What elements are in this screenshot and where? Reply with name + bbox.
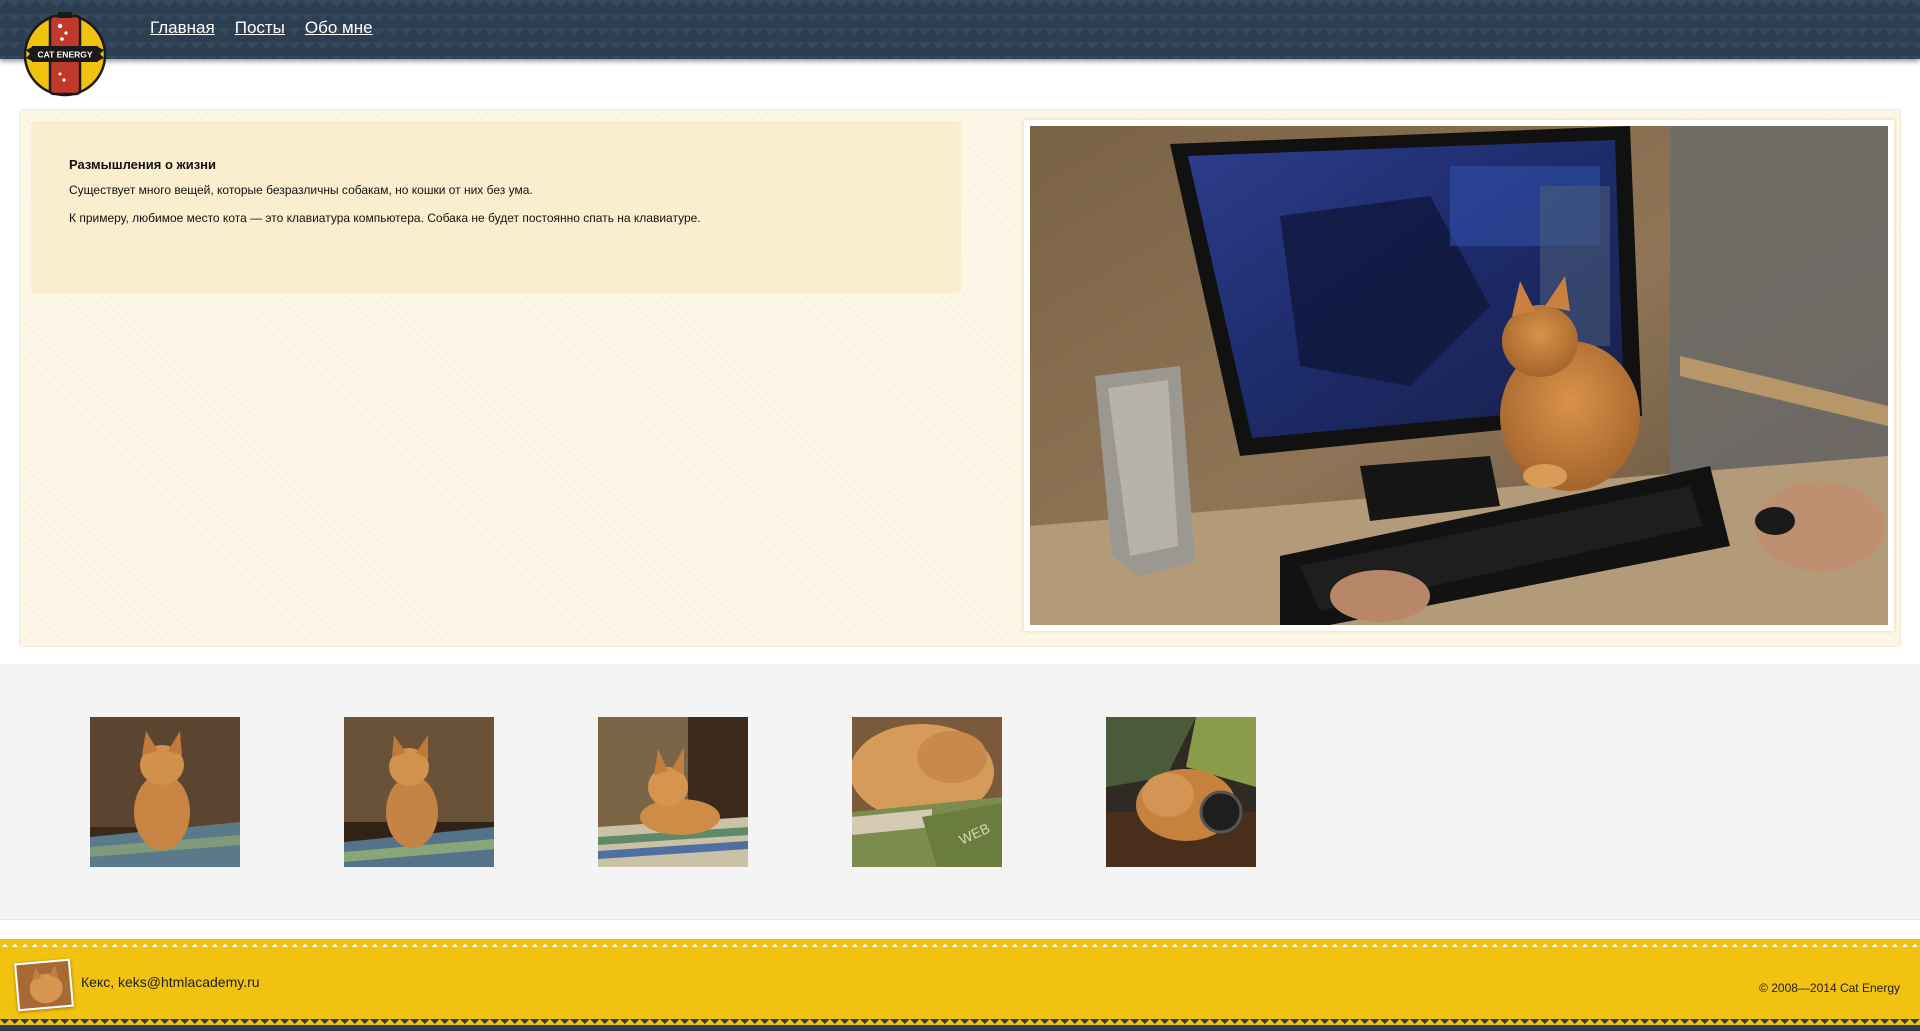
site-footer: Кекс, keks@htmlacademy.ru © 2008—2014 Ca… [0, 939, 1920, 1031]
main-nav: Главная Посты Обо мне [150, 18, 373, 38]
post-card: Размышления о жизни Существует много вещ… [31, 121, 961, 293]
gallery-thumb-1[interactable] [90, 717, 240, 867]
gallery-thumb-2[interactable] [344, 717, 494, 867]
cat-avatar-icon [16, 960, 72, 1010]
nav-link-posts[interactable]: Посты [235, 18, 285, 38]
post-title: Размышления о жизни [69, 157, 217, 172]
footer-zigzag-border [0, 939, 1920, 949]
site-header: Главная Посты Обо мне [0, 0, 1920, 59]
nav-link-about[interactable]: Обо мне [305, 18, 373, 38]
cat-on-keyboard-photo [1030, 126, 1888, 625]
kitten-lying-thumbnail [598, 717, 748, 867]
post-paragraph-2: К примеру, любимое место кота — это клав… [69, 211, 701, 225]
cat-energy-logo-icon: CAT ENERGY [23, 12, 107, 97]
nav-link-home[interactable]: Главная [150, 18, 215, 38]
post-section: Размышления о жизни Существует много вещ… [19, 109, 1901, 647]
author-avatar [14, 958, 74, 1012]
photo-gallery: WEB [0, 664, 1920, 920]
site-logo[interactable]: CAT ENERGY [22, 12, 108, 98]
post-photo-frame [1024, 120, 1894, 631]
kitten-sitting-thumbnail [90, 717, 240, 867]
gallery-thumb-3[interactable] [598, 717, 748, 867]
kitten-sleeping-on-book-thumbnail: WEB [852, 717, 1002, 867]
logo-text: CAT ENERGY [37, 50, 92, 60]
footer-bottom-border [0, 1019, 1920, 1031]
kitten-with-headphones-thumbnail [1106, 717, 1256, 867]
footer-author-contact: Кекс, keks@htmlacademy.ru [81, 974, 260, 990]
footer-copyright: © 2008—2014 Cat Energy [1759, 981, 1900, 995]
kitten-sitting-side-thumbnail [344, 717, 494, 867]
gallery-thumb-4[interactable]: WEB [852, 717, 1002, 867]
post-paragraph-1: Существует много вещей, которые безразли… [69, 183, 533, 197]
gallery-thumb-5[interactable] [1106, 717, 1256, 867]
